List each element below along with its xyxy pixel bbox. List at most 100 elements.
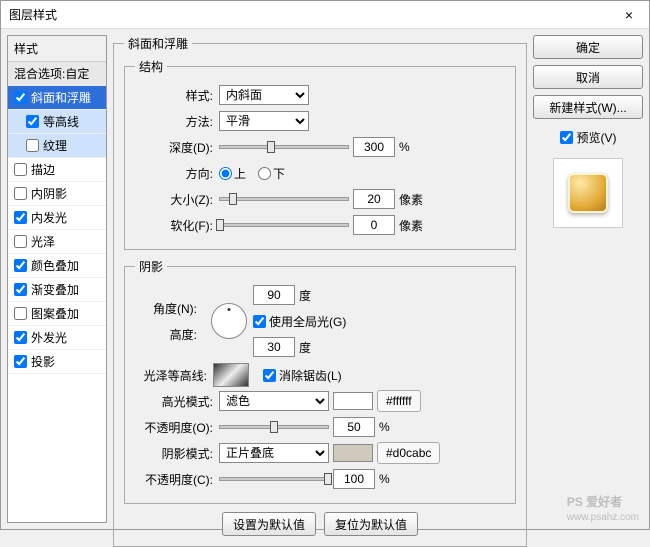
soften-slider[interactable] xyxy=(219,223,349,227)
highlight-opacity-label: 不透明度(O): xyxy=(135,419,215,436)
preview-box xyxy=(553,158,623,228)
direction-up-radio[interactable]: 上 xyxy=(219,165,246,182)
angle-label: 角度(N): xyxy=(135,300,199,317)
shadow-color-swatch[interactable] xyxy=(333,444,373,462)
sidebar-checkbox-0[interactable] xyxy=(14,91,27,104)
size-input[interactable] xyxy=(353,189,395,209)
sidebar-label-0: 斜面和浮雕 xyxy=(31,89,91,106)
sidebar-label-5: 内发光 xyxy=(31,209,67,226)
structure-legend: 结构 xyxy=(135,58,167,75)
sidebar-item-4[interactable]: 内阴影 xyxy=(8,182,106,206)
sidebar-label-6: 光泽 xyxy=(31,233,55,250)
altitude-input[interactable] xyxy=(253,337,295,357)
shadow-mode-select[interactable]: 正片叠底 xyxy=(219,443,329,463)
sidebar-checkbox-8[interactable] xyxy=(14,283,27,296)
structure-group: 结构 样式: 内斜面 方法: 平滑 深度(D): xyxy=(124,58,516,250)
antialias-checkbox[interactable]: 消除锯齿(L) xyxy=(263,367,342,384)
sidebar-item-11[interactable]: 投影 xyxy=(8,350,106,374)
sidebar-checkbox-11[interactable] xyxy=(14,355,27,368)
sidebar-item-5[interactable]: 内发光 xyxy=(8,206,106,230)
shadow-opacity-unit: % xyxy=(379,472,407,486)
depth-label: 深度(D): xyxy=(135,139,215,156)
sidebar-label-2: 纹理 xyxy=(43,137,67,154)
shading-group: 阴影 角度(N): 高度: xyxy=(124,258,516,504)
sidebar-checkbox-6[interactable] xyxy=(14,235,27,248)
altitude-label: 高度: xyxy=(135,326,199,343)
shadow-hex-button[interactable]: #d0cabc xyxy=(377,442,440,464)
sidebar-checkbox-7[interactable] xyxy=(14,259,27,272)
sidebar-checkbox-9[interactable] xyxy=(14,307,27,320)
highlight-opacity-input[interactable] xyxy=(333,417,375,437)
sidebar-label-1: 等高线 xyxy=(43,113,79,130)
ok-button[interactable]: 确定 xyxy=(533,35,643,59)
size-unit: 像素 xyxy=(399,191,427,208)
depth-unit: % xyxy=(399,140,427,154)
highlight-mode-label: 高光模式: xyxy=(135,393,215,410)
style-select[interactable]: 内斜面 xyxy=(219,85,309,105)
direction-down-radio[interactable]: 下 xyxy=(258,165,285,182)
highlight-color-swatch[interactable] xyxy=(333,392,373,410)
titlebar: 图层样式 × xyxy=(1,1,649,29)
sidebar-checkbox-2[interactable] xyxy=(26,139,39,152)
highlight-hex-button[interactable]: #ffffff xyxy=(377,390,421,412)
sidebar-item-2[interactable]: 纹理 xyxy=(8,134,106,158)
dialog-title: 图层样式 xyxy=(9,6,617,23)
sidebar-checkbox-3[interactable] xyxy=(14,163,27,176)
technique-select[interactable]: 平滑 xyxy=(219,111,309,131)
reset-default-button[interactable]: 复位为默认值 xyxy=(324,512,418,536)
sidebar-item-10[interactable]: 外发光 xyxy=(8,326,106,350)
highlight-mode-select[interactable]: 滤色 xyxy=(219,391,329,411)
sidebar-label-11: 投影 xyxy=(31,353,55,370)
sidebar-label-8: 渐变叠加 xyxy=(31,281,79,298)
sidebar-item-9[interactable]: 图案叠加 xyxy=(8,302,106,326)
shadow-opacity-input[interactable] xyxy=(333,469,375,489)
sidebar-item-8[interactable]: 渐变叠加 xyxy=(8,278,106,302)
right-panel: 确定 取消 新建样式(W)... 预览(V) xyxy=(533,35,643,523)
shadow-opacity-slider[interactable] xyxy=(219,477,329,481)
sidebar-header: 样式 xyxy=(8,36,106,62)
styles-sidebar: 样式 混合选项:自定 斜面和浮雕等高线纹理描边内阴影内发光光泽颜色叠加渐变叠加图… xyxy=(7,35,107,523)
global-light-checkbox[interactable]: 使用全局光(G) xyxy=(253,313,346,330)
sidebar-checkbox-10[interactable] xyxy=(14,331,27,344)
gloss-contour[interactable] xyxy=(213,363,249,387)
sidebar-checkbox-5[interactable] xyxy=(14,211,27,224)
sidebar-item-6[interactable]: 光泽 xyxy=(8,230,106,254)
angle-unit: 度 xyxy=(299,287,327,304)
sidebar-item-7[interactable]: 颜色叠加 xyxy=(8,254,106,278)
sidebar-label-10: 外发光 xyxy=(31,329,67,346)
soften-unit: 像素 xyxy=(399,217,427,234)
direction-label: 方向: xyxy=(135,165,215,182)
angle-input[interactable] xyxy=(253,285,295,305)
sidebar-item-3[interactable]: 描边 xyxy=(8,158,106,182)
sidebar-checkbox-4[interactable] xyxy=(14,187,27,200)
gloss-label: 光泽等高线: xyxy=(135,367,209,384)
depth-input[interactable] xyxy=(353,137,395,157)
sidebar-item-0[interactable]: 斜面和浮雕 xyxy=(8,86,106,110)
sidebar-item-1[interactable]: 等高线 xyxy=(8,110,106,134)
highlight-opacity-unit: % xyxy=(379,420,407,434)
layer-style-dialog: 图层样式 × 样式 混合选项:自定 斜面和浮雕等高线纹理描边内阴影内发光光泽颜色… xyxy=(0,0,650,530)
size-slider[interactable] xyxy=(219,197,349,201)
sidebar-blend-options[interactable]: 混合选项:自定 xyxy=(8,62,106,86)
set-default-button[interactable]: 设置为默认值 xyxy=(222,512,316,536)
style-label: 样式: xyxy=(135,87,215,104)
close-icon[interactable]: × xyxy=(617,3,641,27)
shadow-opacity-label: 不透明度(C): xyxy=(135,471,215,488)
depth-slider[interactable] xyxy=(219,145,349,149)
soften-input[interactable] xyxy=(353,215,395,235)
sidebar-checkbox-1[interactable] xyxy=(26,115,39,128)
highlight-opacity-slider[interactable] xyxy=(219,425,329,429)
cancel-button[interactable]: 取消 xyxy=(533,65,643,89)
soften-label: 软化(F): xyxy=(135,217,215,234)
technique-label: 方法: xyxy=(135,113,215,130)
preview-thumb xyxy=(568,173,608,213)
angle-wheel[interactable] xyxy=(211,303,247,339)
preview-checkbox[interactable]: 预览(V) xyxy=(533,129,643,146)
sidebar-label-7: 颜色叠加 xyxy=(31,257,79,274)
altitude-unit: 度 xyxy=(299,339,327,356)
bevel-panel: 斜面和浮雕 结构 样式: 内斜面 方法: 平滑 深度(D): xyxy=(113,35,527,547)
new-style-button[interactable]: 新建样式(W)... xyxy=(533,95,643,119)
sidebar-label-4: 内阴影 xyxy=(31,185,67,202)
sidebar-label-9: 图案叠加 xyxy=(31,305,79,322)
size-label: 大小(Z): xyxy=(135,191,215,208)
